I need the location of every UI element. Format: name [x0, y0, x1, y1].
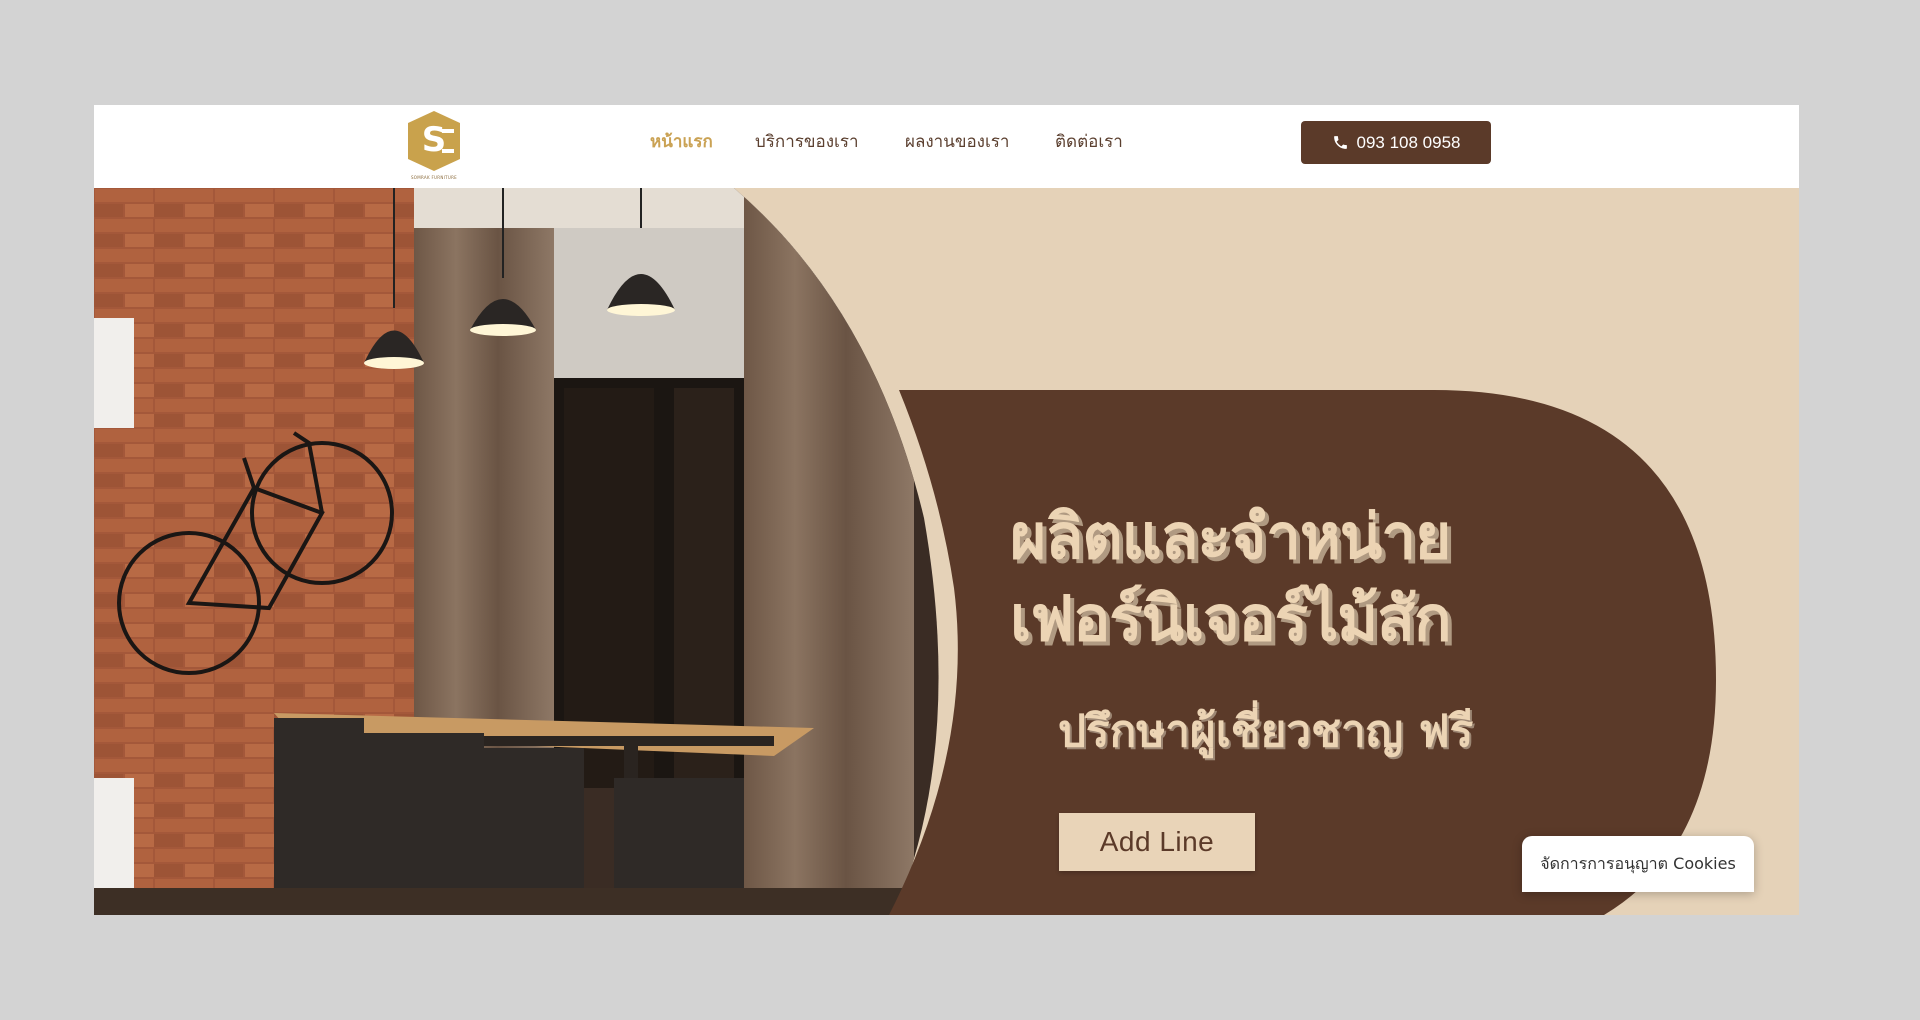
cookie-settings-label: จัดการการอนุญาต Cookies: [1540, 853, 1736, 873]
svg-text:S: S: [422, 120, 447, 160]
site-header: S SOMRAK FURNITURE หน้าแรก บริการของเรา …: [94, 105, 1799, 188]
hero-brown-panel: [889, 390, 1716, 915]
logo-mark-icon: S: [408, 111, 460, 171]
phone-button[interactable]: 093 108 0958: [1301, 121, 1491, 164]
add-line-button[interactable]: Add Line: [1059, 813, 1255, 871]
hero-subtitle: ปรึกษาผู้เชี่ยวชาญ ฟรี: [1058, 706, 1474, 757]
nav-contact[interactable]: ติดต่อเรา: [1055, 128, 1123, 155]
hero-banner: ผลิตและจำหน่าย เฟอร์นิเจอร์ไม้สัก ปรึกษา…: [94, 188, 1799, 915]
phone-icon: [1333, 136, 1347, 149]
logo-tagline: SOMRAK FURNITURE: [410, 175, 458, 180]
page: S SOMRAK FURNITURE หน้าแรก บริการของเรา …: [94, 105, 1799, 915]
nav-home[interactable]: หน้าแรก: [650, 128, 713, 155]
site-logo[interactable]: S SOMRAK FURNITURE: [402, 109, 466, 183]
phone-number: 093 108 0958: [1356, 132, 1461, 152]
hero-title-line2: เฟอร์นิเจอร์ไม้สัก: [1010, 582, 1451, 655]
cookie-settings-button[interactable]: จัดการการอนุญาต Cookies: [1522, 836, 1754, 892]
nav-services[interactable]: บริการของเรา: [755, 128, 859, 155]
nav-portfolio[interactable]: ผลงานของเรา: [905, 128, 1009, 155]
